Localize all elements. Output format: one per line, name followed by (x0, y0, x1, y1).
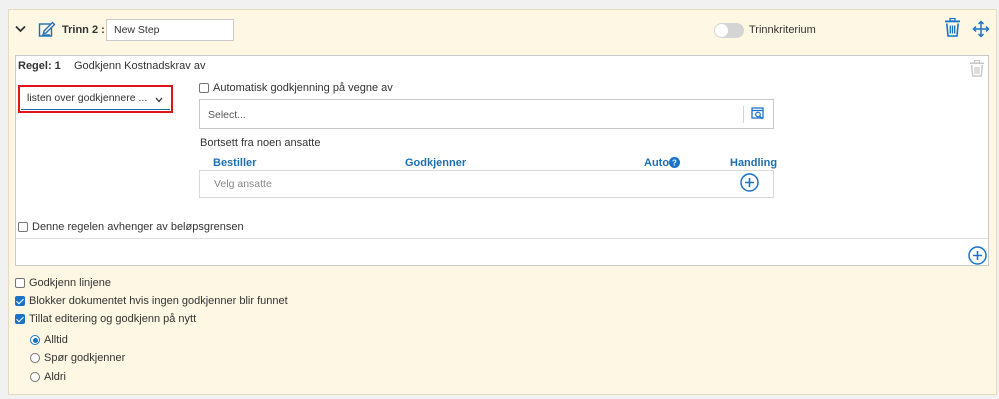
col-orderer: Bestiller (213, 157, 257, 169)
svg-text:?: ? (672, 159, 677, 168)
info-icon[interactable]: ? (669, 157, 680, 171)
col-auto: Auto (644, 157, 670, 169)
col-approver: Godkjenner (405, 157, 467, 169)
col-action: Handling (730, 157, 778, 169)
step-name-input[interactable]: New Step (106, 19, 234, 41)
lookup-placeholder: Select... (208, 109, 246, 121)
trash-icon[interactable] (944, 18, 961, 37)
approver-select-value: listen over godkjennere ... (27, 92, 148, 104)
radio-ask-approver-label: Spør godkjenner (44, 352, 126, 364)
rule-number: Regel: 1 (18, 60, 61, 72)
step-criteria-toggle[interactable] (714, 23, 744, 38)
radio-always-label: Alltid (44, 334, 68, 346)
chevron-down-icon[interactable] (155, 97, 163, 103)
exclude-label: Bortsett fra noen ansatte (200, 137, 321, 149)
trash-disabled-icon (969, 60, 985, 77)
rule-name: Godkjenn Kostnadskrav av (74, 60, 206, 72)
auto-approve-checkbox[interactable] (199, 83, 209, 93)
step-label: Trinn 2 : (62, 24, 105, 36)
collapse-chevron-icon[interactable] (15, 25, 26, 33)
radio-ask-approver[interactable] (30, 353, 40, 363)
toggle-knob (715, 24, 728, 37)
radio-never-label: Aldri (44, 371, 67, 383)
block-document-checkbox[interactable] (15, 296, 25, 306)
exclude-table (199, 170, 774, 198)
amount-dependency-checkbox[interactable] (18, 222, 28, 232)
approver-select[interactable]: listen over godkjennere ... (21, 88, 170, 110)
allow-edit-label: Tillat editering og godkjenn på nytt (29, 313, 197, 325)
auto-approve-label: Automatisk godkjenning på vegne av (213, 82, 393, 94)
edit-step-icon (38, 20, 56, 38)
lookup-icon[interactable] (751, 107, 765, 124)
block-document-label: Blokker dokumentet hvis ingen godkjenner… (29, 295, 288, 307)
exclude-empty-text: Velg ansatte (214, 178, 272, 190)
move-icon[interactable] (972, 20, 990, 38)
rule-separator (16, 238, 988, 239)
allow-edit-checkbox[interactable] (15, 314, 25, 324)
radio-always[interactable] (30, 335, 40, 345)
employee-lookup-field[interactable]: Select... (199, 99, 774, 129)
add-employee-icon[interactable] (740, 173, 759, 195)
approve-lines-label: Godkjenn linjene (29, 277, 111, 289)
radio-never[interactable] (30, 372, 40, 382)
field-divider (743, 106, 744, 123)
add-rule-icon[interactable] (968, 246, 987, 268)
approve-lines-checkbox[interactable] (15, 278, 25, 288)
amount-dependency-label: Denne regelen avhenger av beløpsgrensen (32, 221, 244, 233)
step-criteria-label: Trinnkriterium (749, 24, 816, 36)
